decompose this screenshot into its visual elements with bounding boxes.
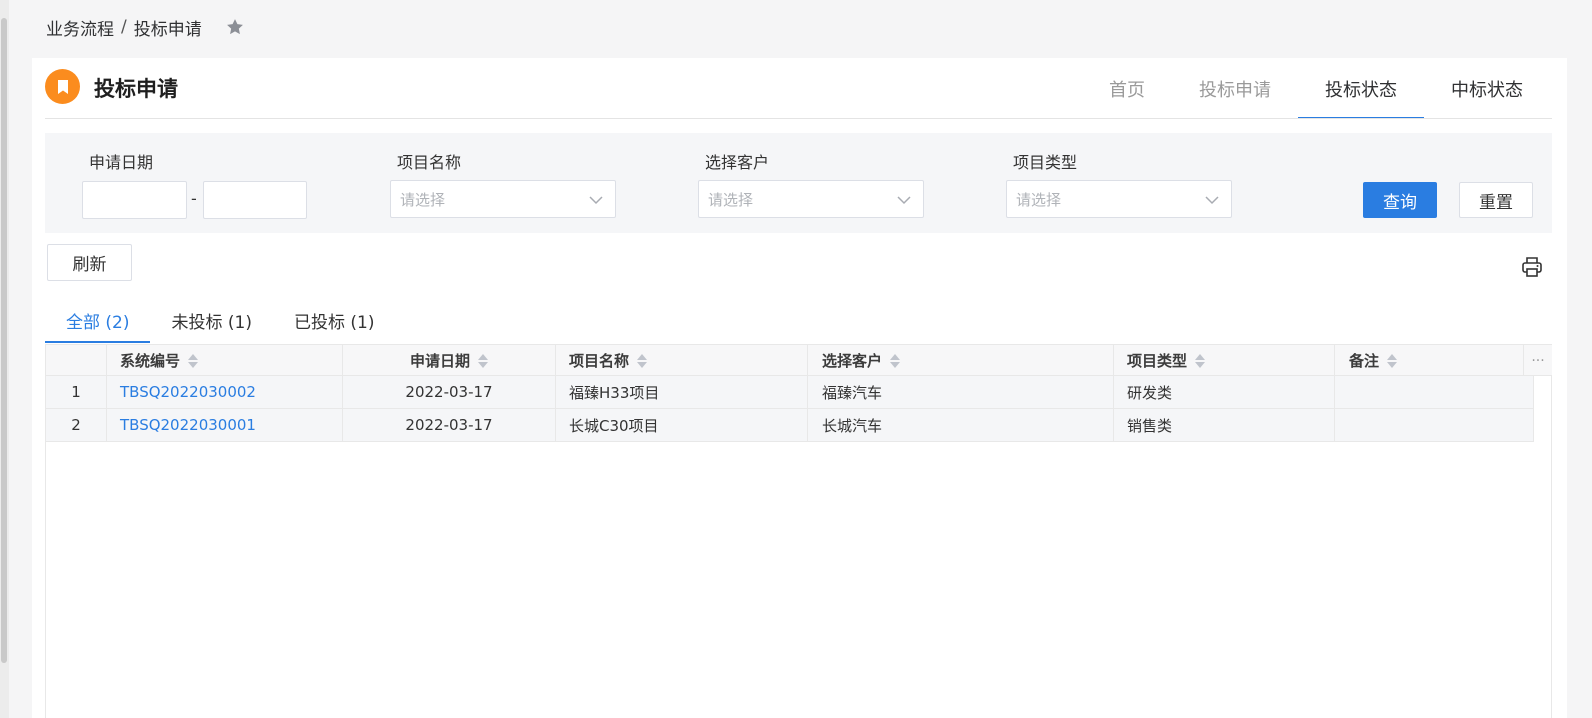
row-code-link[interactable]: TBSQ2022030001 [107, 409, 343, 441]
nav-bid-status[interactable]: 投标状态 [1298, 58, 1424, 119]
row-index: 2 [46, 409, 107, 441]
project-type-select[interactable]: 请选择 [1006, 180, 1232, 218]
header-project[interactable]: 项目名称 [556, 345, 808, 376]
header-code-label: 系统编号 [120, 352, 181, 370]
header-customer-label: 选择客户 [822, 352, 883, 370]
start-date-input[interactable] [82, 181, 187, 219]
row-remark [1335, 409, 1534, 441]
end-date-input[interactable] [203, 181, 307, 219]
tab-not-bid[interactable]: 未投标 (1) [150, 298, 272, 343]
tab-bid[interactable]: 已投标 (1) [273, 298, 395, 343]
row-project: 福臻H33项目 [556, 376, 808, 408]
row-project: 长城C30项目 [556, 409, 808, 441]
reset-button[interactable]: 重置 [1459, 182, 1533, 218]
page-scrollbar[interactable] [0, 0, 9, 718]
project-name-placeholder: 请选择 [400, 190, 446, 209]
nav-bid-application[interactable]: 投标申请 [1172, 58, 1298, 119]
chevron-down-icon [897, 196, 911, 205]
breadcrumb-current: 投标申请 [133, 19, 202, 40]
header-index [46, 345, 107, 376]
project-name-select[interactable]: 请选择 [390, 180, 616, 218]
project-name-label: 项目名称 [397, 153, 462, 172]
row-date: 2022-03-17 [343, 409, 556, 441]
data-table: 系统编号 申请日期 项目名称 选择客户 项目类型 备注 ··· 1 TBSQ20… [45, 344, 1552, 718]
row-customer: 长城汽车 [808, 409, 1114, 441]
query-button[interactable]: 查询 [1363, 182, 1437, 218]
tab-all[interactable]: 全部 (2) [45, 298, 151, 343]
breadcrumb-separator: / [121, 17, 127, 37]
header-customer[interactable]: 选择客户 [808, 345, 1114, 376]
sort-icon[interactable] [890, 353, 901, 369]
header-remark-label: 备注 [1349, 352, 1380, 370]
table-header: 系统编号 申请日期 项目名称 选择客户 项目类型 备注 ··· [46, 344, 1552, 376]
sort-icon[interactable] [637, 353, 648, 369]
header-type[interactable]: 项目类型 [1114, 345, 1335, 376]
sort-icon[interactable] [1195, 353, 1206, 369]
sort-icon[interactable] [188, 353, 199, 369]
main-panel: 投标申请 首页 投标申请 投标状态 中标状态 申请日期 - 项目名称 请选择 选… [32, 58, 1567, 718]
header-type-label: 项目类型 [1127, 352, 1188, 370]
breadcrumb: 业务流程 / 投标申请 [46, 14, 246, 40]
sort-icon[interactable] [478, 353, 488, 369]
header-project-label: 项目名称 [569, 352, 630, 370]
page-title: 投标申请 [94, 77, 178, 101]
table-row[interactable]: 2 TBSQ2022030001 2022-03-17 长城C30项目 长城汽车… [46, 409, 1534, 442]
refresh-button[interactable]: 刷新 [47, 244, 132, 281]
customer-placeholder: 请选择 [708, 190, 754, 209]
sort-icon[interactable] [1387, 353, 1398, 369]
top-nav: 首页 投标申请 投标状态 中标状态 [1082, 58, 1550, 119]
row-remark [1335, 376, 1534, 408]
filter-bar: 申请日期 - 项目名称 请选择 选择客户 请选择 项目类型 请选择 查询 重置 [45, 133, 1552, 233]
bookmark-icon [45, 69, 80, 104]
project-type-label: 项目类型 [1013, 153, 1078, 172]
chevron-down-icon [1205, 196, 1219, 205]
header-date-label: 申请日期 [409, 352, 470, 370]
printer-icon[interactable] [1520, 255, 1544, 279]
date-separator: - [191, 189, 197, 208]
customer-label: 选择客户 [705, 153, 770, 172]
row-code-link[interactable]: TBSQ2022030002 [107, 376, 343, 408]
status-tabs: 全部 (2) 未投标 (1) 已投标 (1) [45, 298, 395, 343]
row-type: 销售类 [1114, 409, 1335, 441]
table-row[interactable]: 1 TBSQ2022030002 2022-03-17 福臻H33项目 福臻汽车… [46, 376, 1534, 409]
row-index: 1 [46, 376, 107, 408]
header-date[interactable]: 申请日期 [343, 345, 556, 376]
header-remark[interactable]: 备注 [1335, 345, 1524, 376]
scrollbar-thumb[interactable] [1, 18, 7, 663]
nav-home[interactable]: 首页 [1082, 58, 1172, 119]
nav-win-status[interactable]: 中标状态 [1424, 58, 1550, 119]
star-icon[interactable] [224, 16, 246, 38]
breadcrumb-parent[interactable]: 业务流程 [46, 15, 114, 40]
date-label: 申请日期 [89, 153, 154, 172]
header-code[interactable]: 系统编号 [107, 345, 343, 376]
nav-divider [45, 118, 1552, 119]
project-type-placeholder: 请选择 [1016, 190, 1062, 209]
more-icon[interactable]: ··· [1524, 345, 1552, 376]
row-type: 研发类 [1114, 376, 1335, 408]
row-date: 2022-03-17 [343, 376, 556, 408]
chevron-down-icon [589, 196, 603, 205]
customer-select[interactable]: 请选择 [698, 180, 924, 218]
row-customer: 福臻汽车 [808, 376, 1114, 408]
